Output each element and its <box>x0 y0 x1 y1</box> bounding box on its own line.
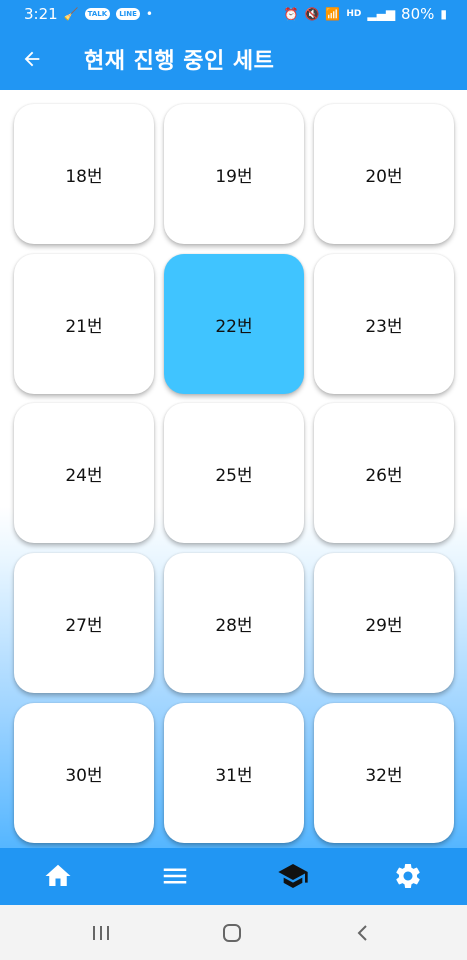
set-tile-19[interactable]: 19번 <box>164 104 304 244</box>
hd-label: HD <box>346 9 362 19</box>
status-left: 3:21 🧹 TALK LINE • <box>24 5 153 23</box>
cleaner-icon: 🧹 <box>63 7 79 21</box>
set-tile-22-selected[interactable]: 22번 <box>164 254 304 394</box>
nav-home-button[interactable] <box>38 858 78 894</box>
signal-icon: ▂▄▆ <box>367 7 396 21</box>
alarm-icon: ⏰ <box>283 7 299 21</box>
nav-study-button[interactable] <box>273 858 313 894</box>
mute-icon: 🔇 <box>304 7 320 21</box>
home-square-icon <box>223 924 241 942</box>
set-tile-31[interactable]: 31번 <box>164 703 304 843</box>
set-tile-23[interactable]: 23번 <box>314 254 454 394</box>
status-bar: 3:21 🧹 TALK LINE • ⏰ 🔇 📶 HD ▂▄▆ 80% ▮ <box>0 0 467 28</box>
back-system-button[interactable] <box>348 922 378 944</box>
set-tile-20[interactable]: 20번 <box>314 104 454 244</box>
recent-apps-icon <box>93 926 109 940</box>
bottom-nav <box>0 848 467 905</box>
battery-icon: ▮ <box>440 7 447 21</box>
set-grid: 18번 19번 20번 21번 22번 23번 24번 25번 26번 27번 … <box>0 90 467 848</box>
set-tile-21[interactable]: 21번 <box>14 254 154 394</box>
set-tile-27[interactable]: 27번 <box>14 553 154 693</box>
arrow-left-icon <box>24 51 40 67</box>
status-right: ⏰ 🔇 📶 HD ▂▄▆ 80% ▮ <box>283 5 447 23</box>
set-tile-32[interactable]: 32번 <box>314 703 454 843</box>
nav-menu-button[interactable] <box>155 858 195 894</box>
set-tile-18[interactable]: 18번 <box>14 104 154 244</box>
settings-gear-icon <box>396 864 420 888</box>
chevron-left-icon <box>357 925 367 941</box>
nav-settings-button[interactable] <box>388 858 428 894</box>
home-icon <box>45 864 71 886</box>
page-title: 현재 진행 중인 세트 <box>84 49 275 74</box>
wifi-icon: 📶 <box>325 7 341 21</box>
set-tile-25[interactable]: 25번 <box>164 403 304 543</box>
recent-apps-button[interactable] <box>86 922 116 944</box>
graduation-cap-icon <box>278 864 308 888</box>
line-badge-icon: LINE <box>116 8 140 20</box>
talk-badge-icon: TALK <box>84 8 111 20</box>
set-tile-29[interactable]: 29번 <box>314 553 454 693</box>
dot-icon: • <box>145 7 153 21</box>
app-bar: 현재 진행 중인 세트 <box>0 28 467 90</box>
set-tile-24[interactable]: 24번 <box>14 403 154 543</box>
status-time: 3:21 <box>24 5 58 23</box>
system-nav-bar <box>0 905 467 960</box>
battery-percent: 80% <box>401 5 435 23</box>
set-tile-30[interactable]: 30번 <box>14 703 154 843</box>
menu-icon <box>163 868 187 884</box>
back-button[interactable] <box>14 41 50 77</box>
set-tile-26[interactable]: 26번 <box>314 403 454 543</box>
home-system-button[interactable] <box>217 922 247 944</box>
set-tile-28[interactable]: 28번 <box>164 553 304 693</box>
